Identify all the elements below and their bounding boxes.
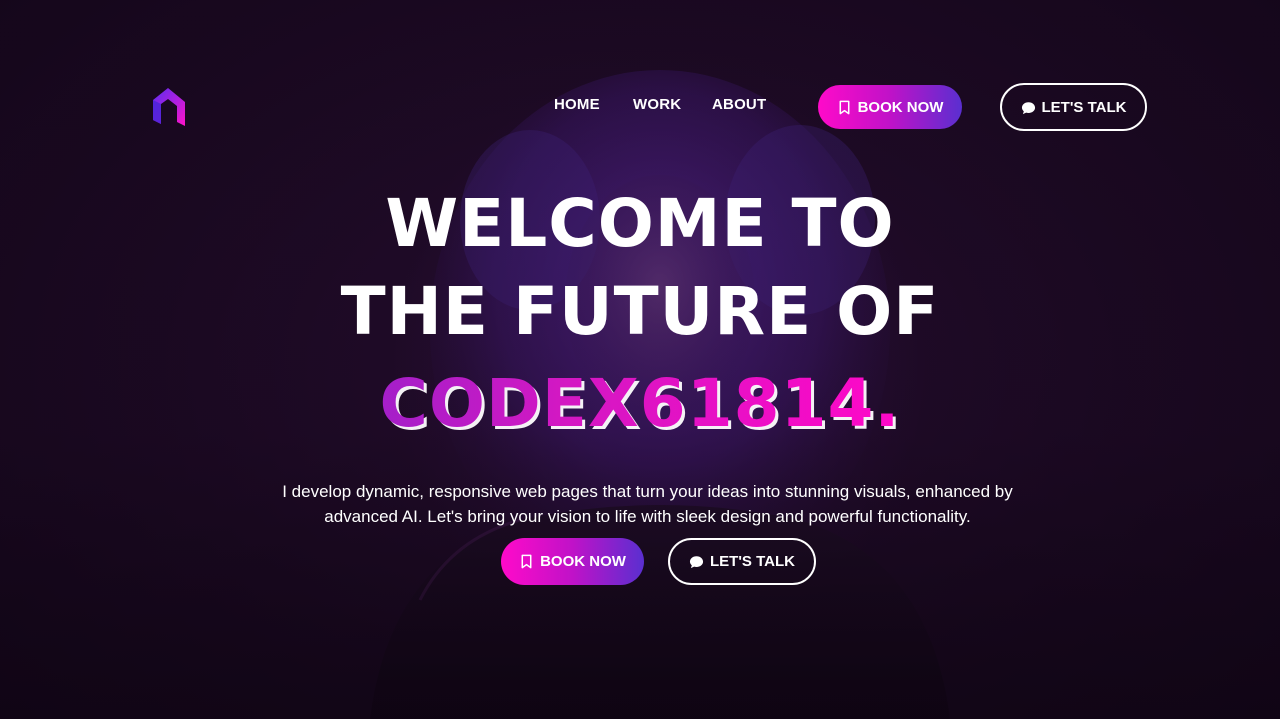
nav-link-about[interactable]: ABOUT [712, 96, 766, 113]
nav-lets-talk-button[interactable]: LET'S TALK [1000, 83, 1147, 131]
hero-lets-talk-label: LET'S TALK [710, 553, 795, 570]
bookmark-icon [519, 554, 534, 569]
hero-book-now-button[interactable]: BOOK NOW [501, 538, 644, 585]
chat-bubble-icon [1021, 100, 1036, 115]
nav-link-work[interactable]: WORK [633, 96, 681, 113]
nav-book-now-label: BOOK NOW [857, 98, 944, 116]
hero-description: I develop dynamic, responsive web pages … [282, 482, 1013, 526]
chat-bubble-icon [689, 554, 704, 569]
hero-section: HOME WORK ABOUT BOOK NOW LET'S TALK WELC… [0, 0, 1280, 719]
nav-lets-talk-label: LET'S TALK [1041, 98, 1127, 116]
hero-lets-talk-button[interactable]: LET'S TALK [668, 538, 816, 585]
headline-line-2: THE FUTURE OF [340, 273, 940, 350]
headline-brand: CODEX61814. [0, 362, 1280, 446]
nav-book-now-button[interactable]: BOOK NOW [818, 85, 962, 129]
brand-logo-icon[interactable] [150, 86, 188, 128]
headline-line-1: WELCOME TO [385, 185, 895, 262]
nav-link-home[interactable]: HOME [554, 96, 600, 113]
hero-book-now-label: BOOK NOW [540, 553, 626, 570]
headline-brand-text: CODEX61814. [379, 365, 901, 442]
bookmark-icon [837, 100, 852, 115]
